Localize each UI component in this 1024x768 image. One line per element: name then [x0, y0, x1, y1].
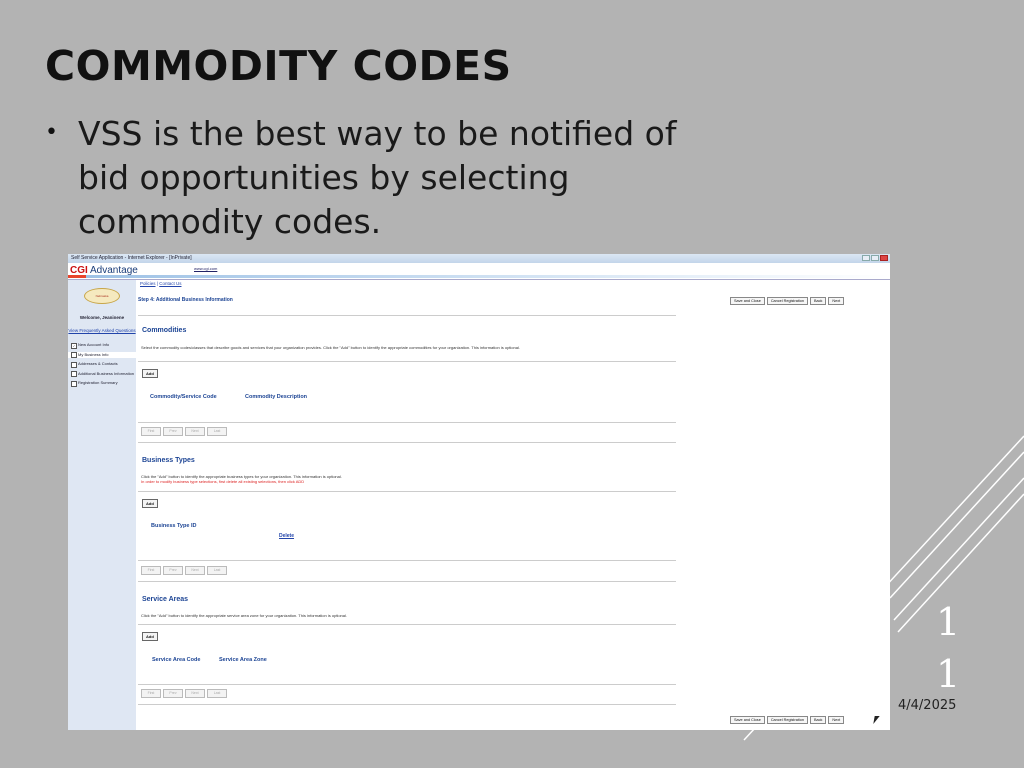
sidebar-item-additional-info[interactable]: Additional Business Information: [71, 370, 136, 377]
divider: [138, 422, 676, 423]
browser-screenshot: Self Service Application - Internet Expl…: [68, 254, 890, 730]
slide-date: 4/4/2025: [898, 698, 957, 713]
maximize-icon[interactable]: [871, 255, 879, 261]
first-page-button[interactable]: First: [141, 689, 161, 698]
prev-page-button[interactable]: Prev: [163, 427, 183, 436]
next-page-button[interactable]: Next: [185, 427, 205, 436]
divider: [138, 560, 676, 561]
main-content: Policies | Contact Us Step 4: Additional…: [138, 280, 890, 730]
cancel-registration-button[interactable]: Cancel Registration: [766, 716, 808, 724]
app-header: CGI Advantage www.cgi.com: [68, 263, 890, 280]
minimize-icon[interactable]: [862, 255, 870, 261]
last-page-button[interactable]: Last: [207, 566, 227, 575]
divider: [138, 684, 676, 685]
divider: [138, 361, 676, 362]
last-page-button[interactable]: Last: [207, 689, 227, 698]
checkbox-icon: [71, 352, 77, 358]
commodity-description-header: Commodity Description: [245, 394, 308, 400]
add-service-area-button[interactable]: Add: [142, 632, 158, 641]
slide-title: COMMODITY CODES: [45, 42, 512, 90]
checkbox-icon: [71, 380, 77, 387]
sidebar: Nebraska Welcome, Jeaninene View Frequen…: [68, 280, 136, 730]
sidebar-item-label: My Business Info: [78, 351, 109, 357]
next-page-button[interactable]: Next: [185, 566, 205, 575]
business-types-warning: In order to modify business type selecti…: [141, 479, 305, 484]
checkbox-checked-icon: ✓: [71, 342, 77, 349]
service-areas-title: Service Areas: [142, 596, 189, 603]
slide-number-digit: 1: [936, 652, 961, 696]
header-color-strip: [68, 275, 890, 278]
business-types-title: Business Types: [142, 457, 195, 464]
bullet-text: VSS is the best way to be notified of bi…: [78, 114, 677, 241]
commodities-title: Commodities: [142, 327, 187, 334]
divider: [138, 581, 676, 582]
back-button[interactable]: Back: [809, 297, 827, 305]
window-titlebar: Self Service Application - Internet Expl…: [68, 254, 890, 263]
sidebar-item-summary[interactable]: Registration Summary: [71, 380, 136, 387]
state-logo: Nebraska: [84, 288, 120, 304]
delete-link[interactable]: Delete: [279, 533, 294, 539]
service-area-zone-header: Service Area Zone: [219, 657, 267, 663]
window-title: Self Service Application - Internet Expl…: [71, 255, 192, 261]
save-close-button[interactable]: Save and Close: [730, 297, 765, 305]
first-page-button[interactable]: First: [141, 566, 161, 575]
add-commodity-button[interactable]: Add: [142, 369, 158, 378]
slide-number: 1 1: [936, 596, 961, 700]
business-type-id-header: Business Type ID: [151, 523, 197, 529]
next-button[interactable]: Next: [828, 297, 845, 305]
sidebar-item-new-account[interactable]: ✓ New Account Info: [71, 342, 136, 349]
top-button-bar: Save and Close Cancel Registration Back …: [730, 297, 845, 305]
registration-steps: ✓ New Account Info My Business Info Addre…: [68, 342, 136, 387]
sidebar-item-label: Additional Business Information: [78, 370, 135, 376]
header-url-link[interactable]: www.cgi.com: [194, 266, 217, 271]
bullet-dot-icon: •: [45, 120, 58, 145]
save-close-button[interactable]: Save and Close: [730, 716, 765, 724]
first-page-button[interactable]: First: [141, 427, 161, 436]
sidebar-item-addresses[interactable]: Addresses & Contacts: [71, 361, 136, 368]
service-areas-description: Click the "Add" button to identify the a…: [141, 613, 347, 618]
prev-page-button[interactable]: Prev: [163, 689, 183, 698]
top-links: Policies | Contact Us: [140, 281, 181, 286]
add-business-type-button[interactable]: Add: [142, 499, 158, 508]
last-page-button[interactable]: Last: [207, 427, 227, 436]
sidebar-item-label: Addresses & Contacts: [78, 361, 118, 366]
sidebar-item-label: Registration Summary: [78, 380, 118, 385]
divider: [138, 315, 676, 316]
divider: [138, 704, 676, 705]
service-area-code-header: Service Area Code: [152, 657, 201, 663]
window-controls: [862, 255, 888, 261]
bullet-point: • VSS is the best way to be notified of …: [45, 112, 745, 244]
sidebar-item-business-info[interactable]: My Business Info: [68, 351, 136, 358]
faq-link[interactable]: View Frequently Asked Questions: [68, 328, 136, 333]
link-separator: |: [156, 281, 158, 286]
commodity-code-header: Commodity/Service Code: [150, 394, 217, 400]
step-title: Step 4: Additional Business Information: [138, 297, 233, 303]
close-icon[interactable]: [880, 255, 888, 261]
business-types-pager: First Prev Next Last: [141, 566, 227, 575]
contact-link[interactable]: Contact Us: [159, 281, 181, 286]
commodities-pager: First Prev Next Last: [141, 427, 227, 436]
slide-number-digit: 1: [936, 600, 961, 644]
bottom-button-bar: Save and Close Cancel Registration Back …: [730, 716, 845, 724]
checkbox-icon: [71, 361, 77, 368]
back-button[interactable]: Back: [809, 716, 827, 724]
cancel-registration-button[interactable]: Cancel Registration: [766, 297, 808, 305]
divider: [138, 491, 676, 492]
policies-link[interactable]: Policies: [140, 281, 156, 286]
next-button[interactable]: Next: [828, 716, 845, 724]
divider: [138, 624, 676, 625]
welcome-text: Welcome, Jeaninene: [79, 315, 125, 320]
commodities-description: Select the commodity codes/classes that …: [141, 345, 520, 350]
sidebar-item-label: New Account Info: [78, 342, 110, 347]
checkbox-icon: [71, 371, 77, 377]
next-page-button[interactable]: Next: [185, 689, 205, 698]
service-areas-pager: First Prev Next Last: [141, 689, 227, 698]
prev-page-button[interactable]: Prev: [163, 566, 183, 575]
divider: [138, 442, 676, 443]
